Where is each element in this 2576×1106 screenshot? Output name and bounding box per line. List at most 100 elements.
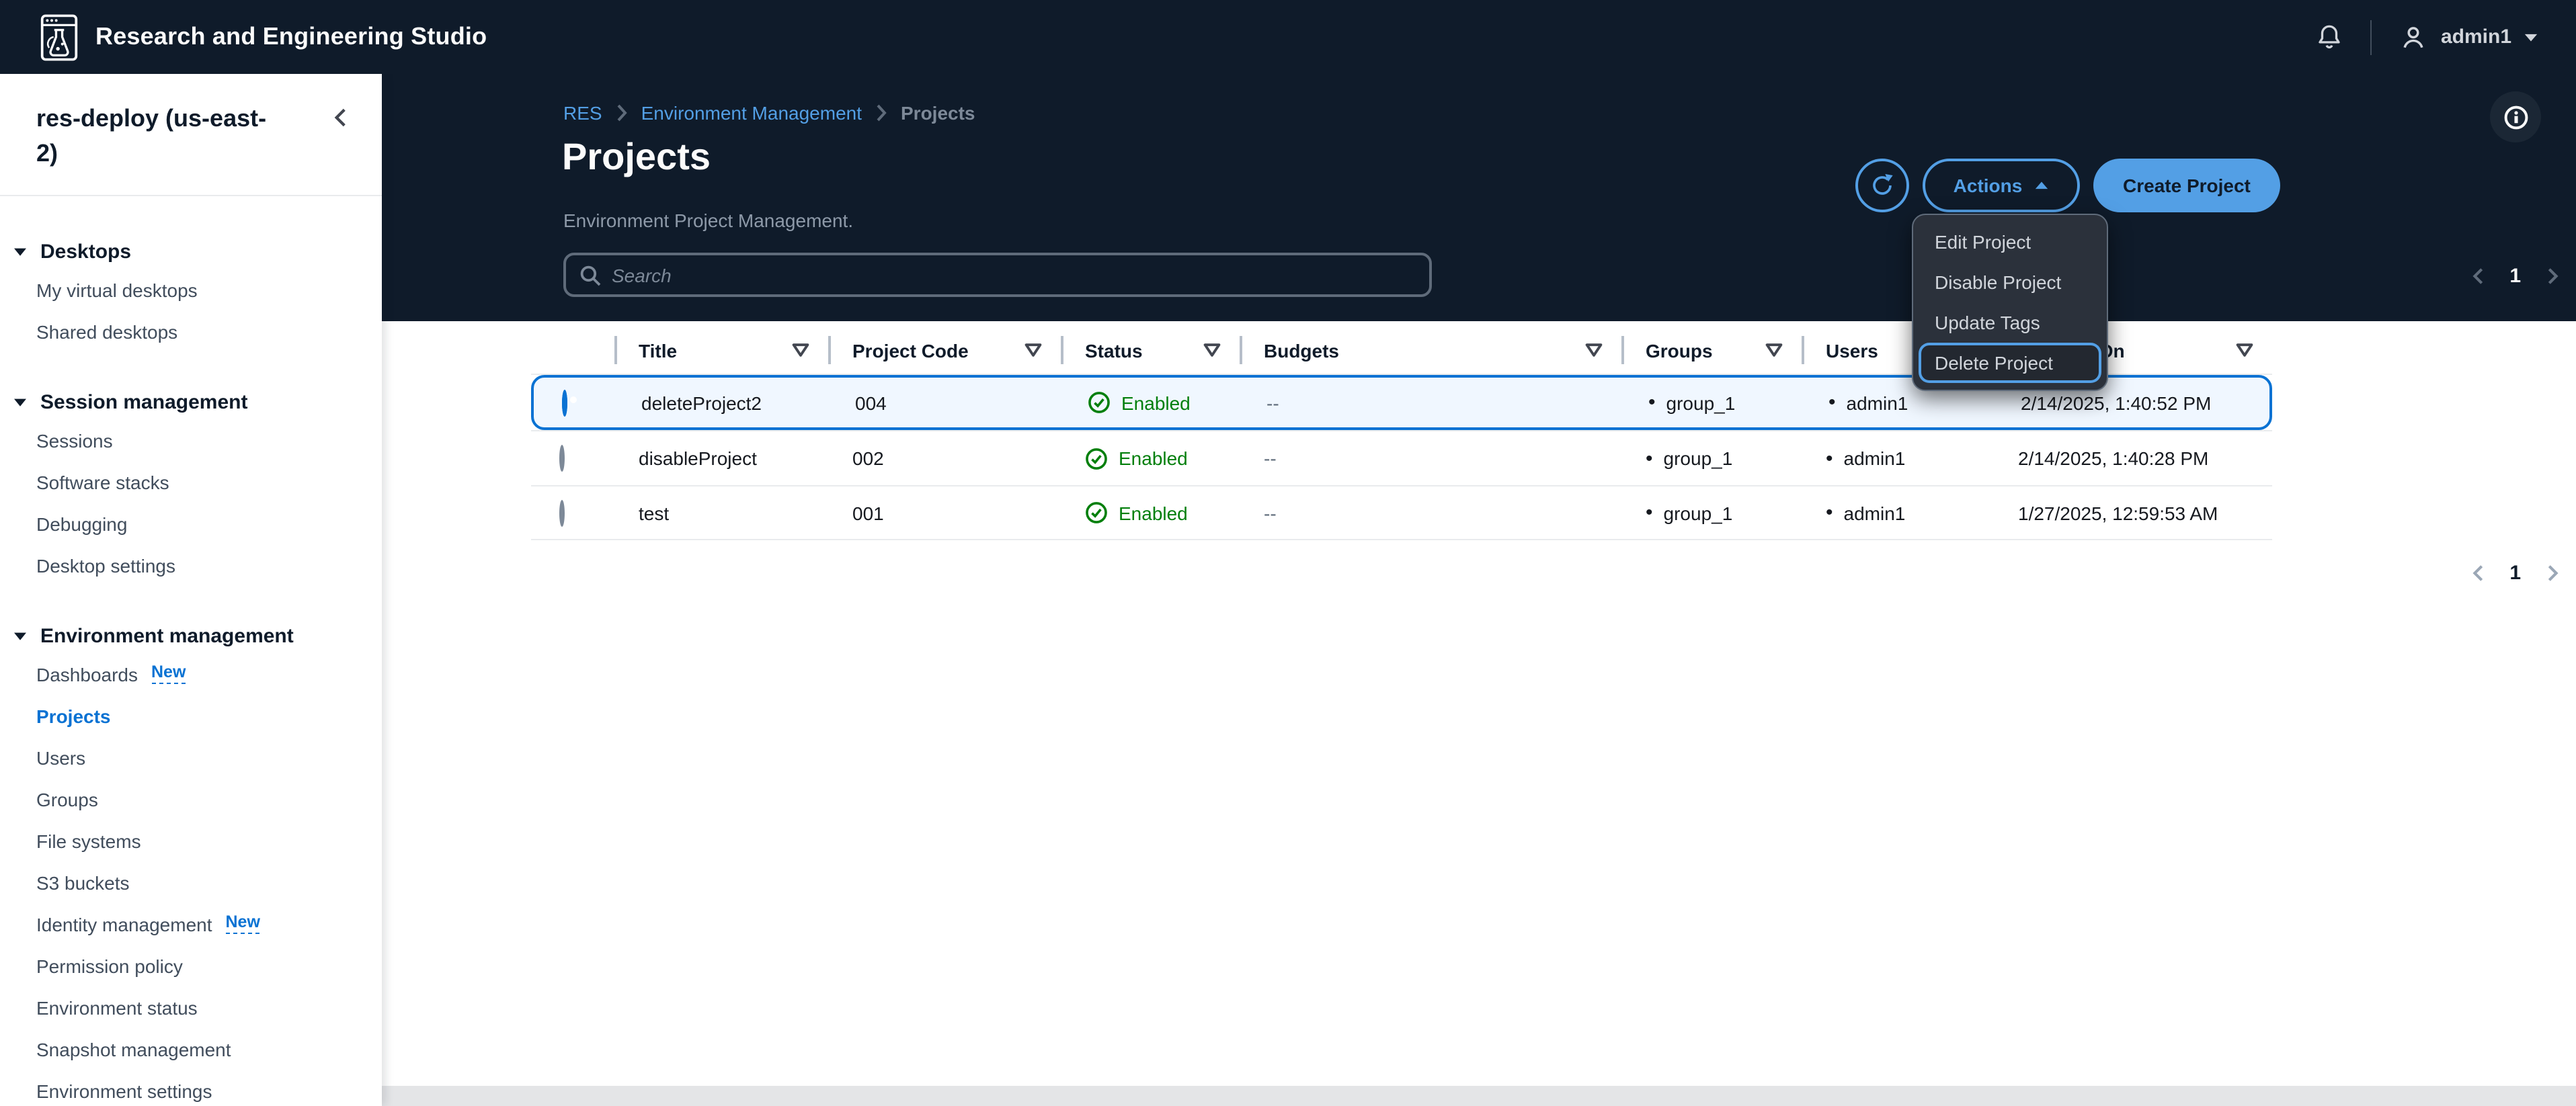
filter-project-code-button[interactable] [1024, 343, 1042, 357]
cell-groups: •group_1 [1624, 391, 1804, 414]
next-page-button[interactable] [2542, 266, 2563, 286]
sidebar-item-software-stacks[interactable]: Software stacks [36, 461, 382, 503]
sidebar-item-desktop-settings[interactable]: Desktop settings [36, 544, 382, 586]
sidebar-item-file-systems[interactable]: File systems [36, 820, 382, 861]
column-header-status[interactable]: Status [1061, 327, 1240, 374]
app-root: Research and Engineering Studio admin1 [0, 0, 2576, 1106]
sidebar-item-environment-settings[interactable]: Environment settings [36, 1070, 382, 1106]
filter-budgets-button[interactable] [1585, 343, 1603, 357]
radio-column-header [531, 327, 614, 374]
column-header-budgets[interactable]: Budgets [1240, 327, 1621, 374]
table-row[interactable]: test 001 Enabled -- •group_1 •admin1 1/2… [531, 485, 2272, 540]
breadcrumb-link-res[interactable]: RES [563, 102, 602, 124]
filter-icon [1765, 343, 1783, 357]
cell-users: •admin1 [1802, 447, 1994, 470]
column-divider [1061, 336, 1063, 364]
user-name: admin1 [2441, 26, 2511, 48]
filter-updated-on-button[interactable] [2236, 343, 2253, 357]
sidebar-item-debugging[interactable]: Debugging [36, 503, 382, 544]
cell-project-code: 001 [828, 502, 1061, 523]
pagination-top: 1 [2468, 265, 2563, 288]
notifications-button[interactable] [2316, 23, 2344, 51]
toolbar: Actions Create Project [1855, 159, 2280, 212]
bullet: • [1648, 391, 1656, 414]
search-input[interactable] [612, 264, 1416, 286]
column-header-groups[interactable]: Groups [1621, 327, 1802, 374]
nav-section-header-session-management[interactable]: Session management [13, 386, 382, 419]
menu-item-edit-project[interactable]: Edit Project [1919, 222, 2101, 262]
page-subtitle: Environment Project Management. [563, 210, 853, 231]
sidebar-item-identity-management[interactable]: Identity management New [36, 903, 382, 945]
environment-title: res-deploy (us-east-2) [36, 101, 285, 171]
menu-item-delete-project[interactable]: Delete Project [1919, 343, 2101, 383]
sidebar-item-groups[interactable]: Groups [36, 778, 382, 820]
filter-icon [1585, 343, 1603, 357]
section-caret-icon [13, 247, 27, 257]
bullet: • [1646, 447, 1653, 470]
sidebar-item-dashboards[interactable]: Dashboards New [36, 653, 382, 695]
sidebar-item-snapshot-management[interactable]: Snapshot management [36, 1028, 382, 1070]
bullet: • [1826, 501, 1833, 524]
column-divider [614, 336, 617, 364]
current-page-number[interactable]: 1 [2509, 562, 2521, 585]
refresh-button[interactable] [1855, 159, 1909, 212]
filter-status-button[interactable] [1203, 343, 1221, 357]
search-box [563, 253, 1432, 297]
refresh-icon [1869, 172, 1896, 199]
breadcrumb-separator-icon [616, 103, 628, 122]
row-radio-selected[interactable] [562, 389, 567, 416]
row-radio[interactable] [559, 499, 565, 526]
create-project-button[interactable]: Create Project [2093, 159, 2280, 212]
breadcrumb-separator-icon [875, 103, 887, 122]
search-icon [579, 264, 601, 286]
cell-budgets: -- [1240, 448, 1621, 469]
sidebar-item-s3-buckets[interactable]: S3 buckets [36, 861, 382, 903]
user-menu[interactable]: admin1 [2399, 22, 2538, 52]
page-header-band: RES Environment Management Projects Proj… [382, 74, 2576, 321]
cell-status: Enabled [1061, 501, 1240, 524]
menu-item-disable-project[interactable]: Disable Project [1919, 262, 2101, 302]
cell-status: Enabled [1063, 391, 1242, 414]
column-divider [1802, 336, 1804, 364]
sidebar-item-permission-policy[interactable]: Permission policy [36, 945, 382, 986]
table-row[interactable]: disableProject 002 Enabled -- •group_1 •… [531, 430, 2272, 485]
new-badge[interactable]: New [151, 664, 186, 685]
chevron-left-icon [2468, 266, 2488, 286]
sidebar-item-my-virtual-desktops[interactable]: My virtual desktops [36, 269, 382, 310]
cell-project-code: 004 [831, 392, 1063, 413]
info-button[interactable] [2490, 91, 2541, 142]
info-icon [2503, 104, 2528, 130]
sidebar-item-shared-desktops[interactable]: Shared desktops [36, 310, 382, 352]
actions-button[interactable]: Actions [1923, 159, 2080, 212]
column-header-title[interactable]: Title [614, 327, 828, 374]
row-radio[interactable] [559, 445, 565, 472]
sidebar-item-sessions[interactable]: Sessions [36, 419, 382, 461]
cell-budgets: -- [1242, 392, 1624, 413]
cell-groups: •group_1 [1621, 501, 1802, 524]
cell-title: disableProject [614, 448, 828, 469]
menu-item-update-tags[interactable]: Update Tags [1919, 302, 2101, 343]
status-success-icon [1085, 501, 1108, 524]
cell-updated-on: 1/27/2025, 12:59:53 AM [1994, 502, 2272, 523]
previous-page-button[interactable] [2468, 563, 2488, 583]
next-page-button[interactable] [2542, 563, 2563, 583]
filter-icon [792, 343, 809, 357]
pagination-bottom: 1 [2468, 562, 2563, 585]
sidebar-collapse-button[interactable] [329, 106, 352, 133]
current-page-number[interactable]: 1 [2509, 265, 2521, 288]
cell-title: deleteProject2 [617, 392, 831, 413]
sidebar-item-users[interactable]: Users [36, 736, 382, 778]
filter-groups-button[interactable] [1765, 343, 1783, 357]
breadcrumb-link-environment-management[interactable]: Environment Management [641, 102, 862, 124]
nav-section-header-desktops[interactable]: Desktops [13, 235, 382, 269]
previous-page-button[interactable] [2468, 266, 2488, 286]
column-divider [1621, 336, 1624, 364]
filter-title-button[interactable] [792, 343, 809, 357]
column-header-project-code[interactable]: Project Code [828, 327, 1061, 374]
sidebar-item-environment-status[interactable]: Environment status [36, 986, 382, 1028]
nav-section-header-environment-management[interactable]: Environment management [13, 620, 382, 653]
sidebar-item-projects[interactable]: Projects [36, 695, 382, 736]
caret-up-icon [2034, 180, 2049, 191]
topbar-divider [2371, 19, 2372, 54]
new-badge[interactable]: New [226, 914, 260, 935]
